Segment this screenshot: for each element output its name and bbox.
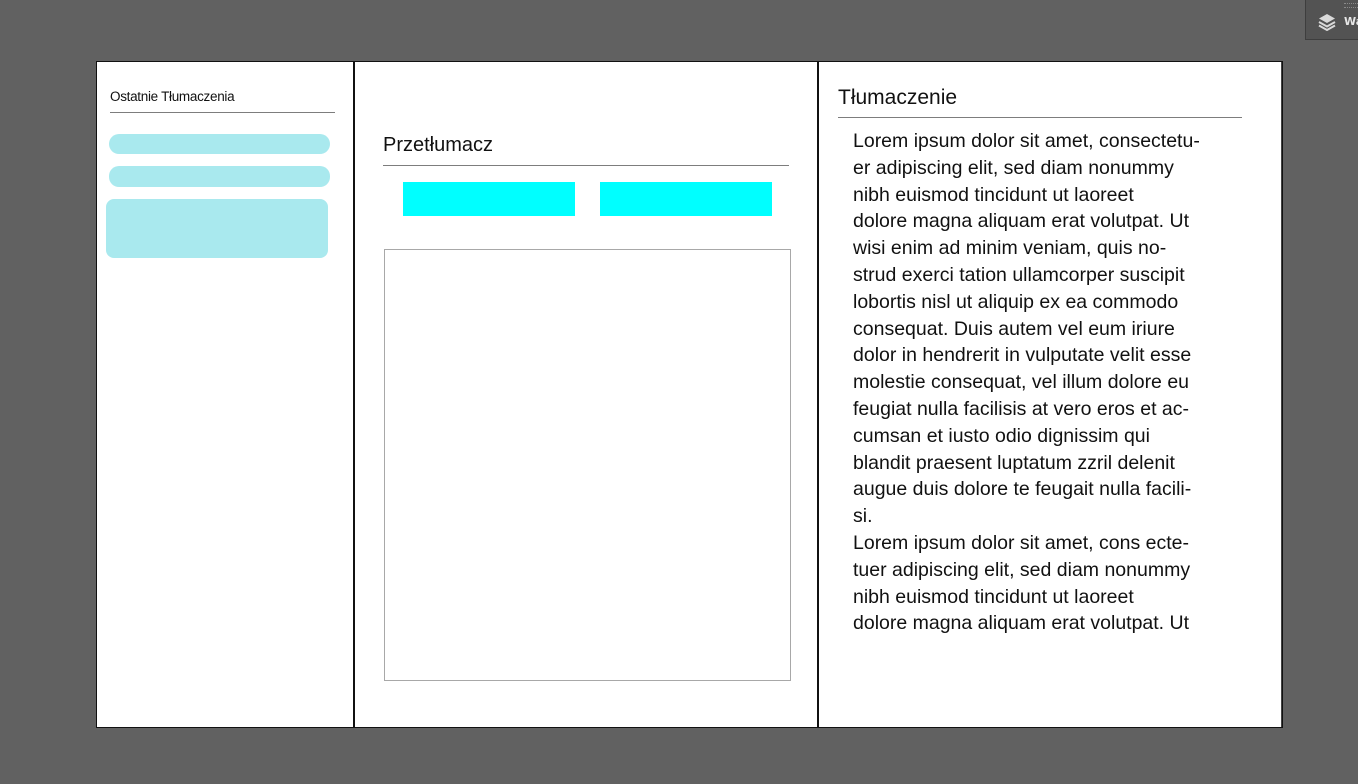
layers-icon xyxy=(1318,13,1336,32)
translation-text-line: si. xyxy=(853,505,873,528)
translation-text-line: strud exerci tation ullamcorper suscipit xyxy=(853,263,1185,286)
target-language-button[interactable] xyxy=(600,182,772,216)
recent-translation-item[interactable] xyxy=(109,134,330,154)
translation-text-line: Lorem ipsum dolor sit amet, consectetu- xyxy=(853,130,1200,152)
translation-text-line: er adipiscing elit, sed diam nonummy xyxy=(853,156,1174,179)
translation-text-line: augue duis dolore te feugait nulla facil… xyxy=(853,478,1192,501)
recent-title-divider xyxy=(110,112,335,113)
translation-text-line: lobortis nisl ut aliquip ex ea commodo xyxy=(853,290,1179,313)
translation-text-line: dolore magna aliquam erat volutpat. Ut xyxy=(853,612,1190,635)
recent-translations-title: Ostatnie Tłumaczenia xyxy=(110,89,235,104)
translator-title-divider xyxy=(383,165,789,166)
translation-text-line: nibh euismod tincidunt ut laoreet xyxy=(853,585,1134,608)
translation-text-line: wisi enim ad minim veniam, quis no- xyxy=(853,237,1167,260)
translation-text-line: consequat. Duis autem vel eum iriure xyxy=(853,317,1175,340)
translation-output: Lorem ipsum dolor sit amet, consectetu-e… xyxy=(853,128,1233,637)
column-divider-right xyxy=(817,62,819,727)
recent-translation-item[interactable] xyxy=(106,199,328,258)
translation-text-line: feugiat nulla facilisis at vero eros et … xyxy=(853,397,1189,420)
translation-text-line: Lorem ipsum dolor sit amet, cons ecte- xyxy=(853,531,1189,554)
translation-text-line: dolore magna aliquam erat volutpat. Ut xyxy=(853,210,1190,233)
artboard-right-edge xyxy=(1281,62,1282,727)
artboard: Ostatnie Tłumaczenia Przetłumacz Tłumacz… xyxy=(96,61,1283,728)
translator-title: Przetłumacz xyxy=(383,134,494,156)
panel-grip[interactable] xyxy=(1344,3,1358,8)
translation-text-line: tuer adipiscing elit, sed diam nonummy xyxy=(853,558,1191,581)
translation-text-line: molestie consequat, vel illum dolore eu xyxy=(853,371,1190,394)
translation-text-line: nibh euismod tincidunt ut laoreet xyxy=(853,183,1134,206)
column-divider-left xyxy=(353,62,355,727)
translation-text-line: cumsan et iusto odio dignissim qui xyxy=(853,424,1150,447)
translation-text-line: dolor in hendrerit in vulputate velit es… xyxy=(853,344,1192,367)
layers-panel-label: Wa xyxy=(1344,15,1358,28)
source-language-button[interactable] xyxy=(403,182,575,216)
recent-translation-item[interactable] xyxy=(109,166,330,187)
translation-title: Tłumaczenie xyxy=(838,86,958,109)
translation-title-divider xyxy=(838,117,1242,118)
source-text-input[interactable] xyxy=(384,249,791,681)
translation-text-line: blandit praesent luptatum zzril delenit xyxy=(853,451,1175,474)
layers-panel-tab[interactable]: Wa xyxy=(1305,0,1358,40)
